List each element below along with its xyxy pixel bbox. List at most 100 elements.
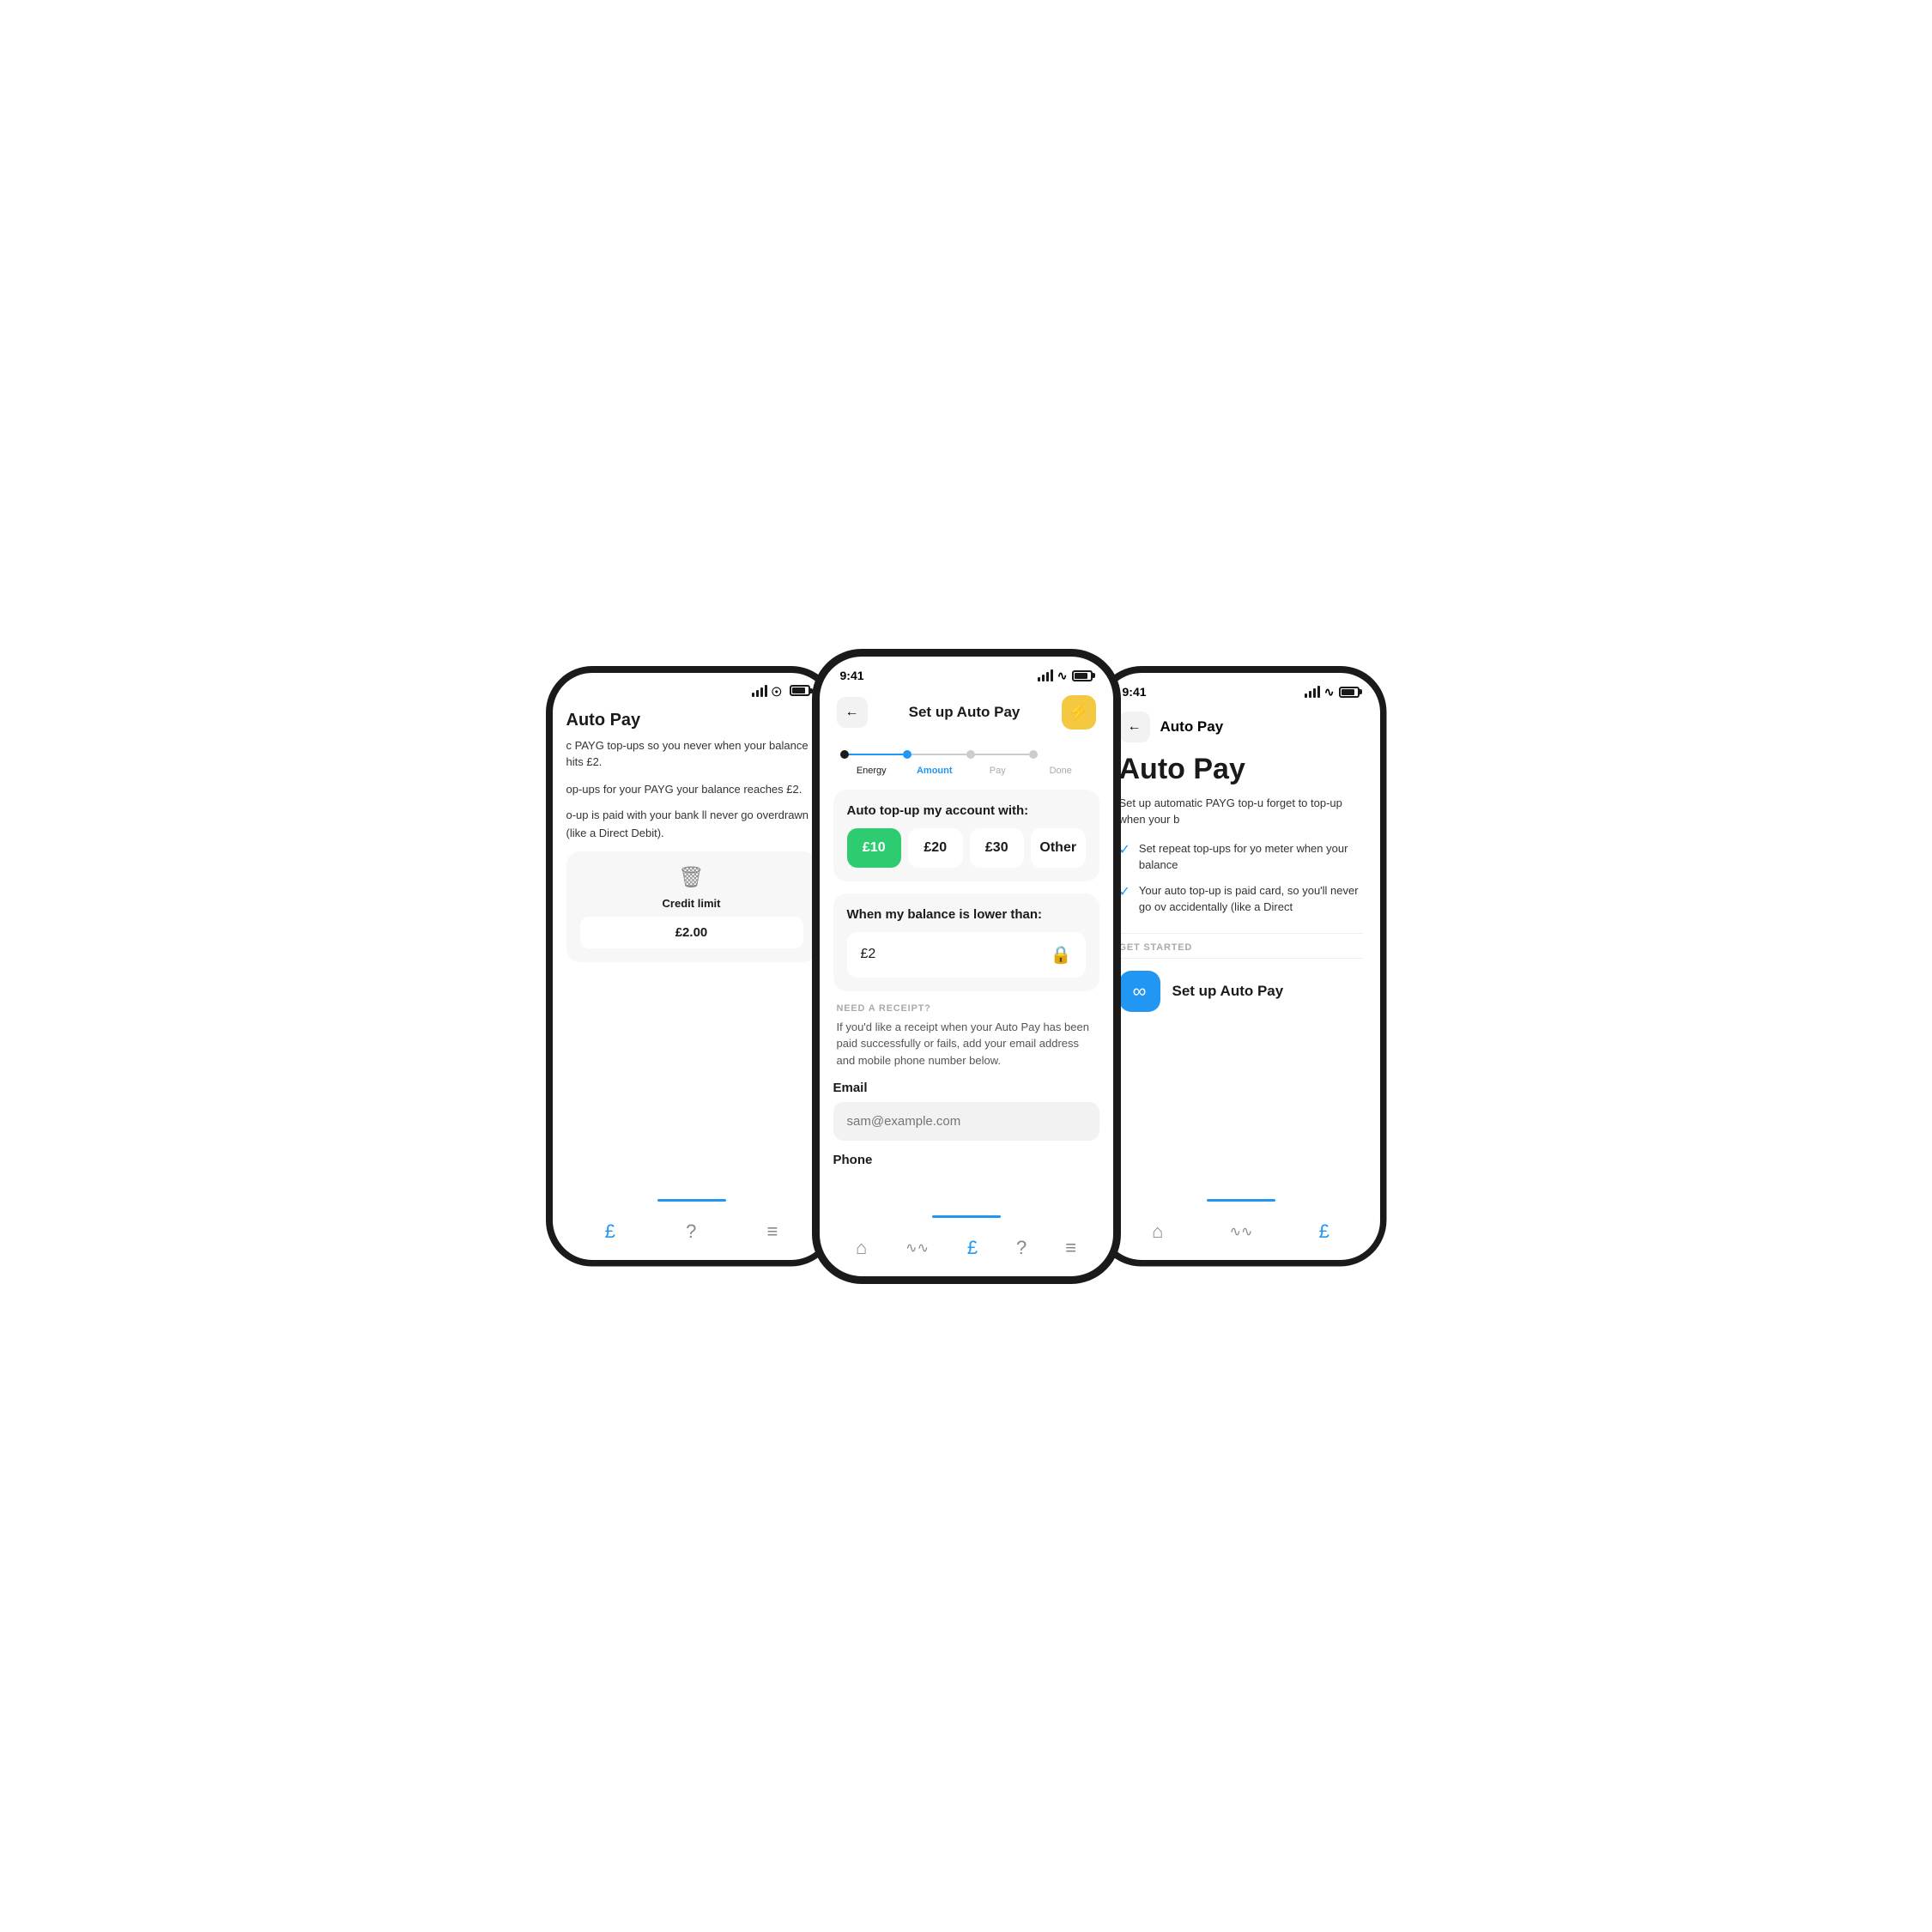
center-nav-header: ← Set up Auto Pay ⚡ (820, 688, 1113, 740)
amount-btn-other[interactable]: Other (1031, 828, 1086, 868)
receipt-desc: If you'd like a receipt when your Auto P… (837, 1019, 1096, 1069)
amount-btn-10[interactable]: £10 (847, 828, 902, 868)
check-item-2: ✓ Your auto top-up is paid card, so you'… (1119, 882, 1363, 916)
right-signal-icon (1305, 686, 1320, 698)
right-nav-title: Auto Pay (1160, 718, 1224, 736)
step-dot-pay (966, 750, 975, 759)
left-title-text: Auto Pay (566, 711, 641, 730)
check-icon-2: ✓ (1119, 883, 1130, 900)
right-back-arrow-icon: ← (1128, 719, 1142, 735)
left-content: c PAYG top-ups so you never when your ba… (553, 737, 831, 962)
lightning-icon: ⚡ (1068, 701, 1089, 723)
setup-btn-text: Set up Auto Pay (1172, 983, 1284, 1000)
amount-btn-30[interactable]: £30 (970, 828, 1025, 868)
step-label-done: Done (1050, 766, 1072, 776)
left-tab-bar: £ ? ≡ (553, 1210, 831, 1260)
checklist: ✓ Set repeat top-ups for yo meter when y… (1102, 840, 1380, 916)
right-desc: Set up automatic PAYG top-u forget to to… (1102, 795, 1380, 828)
infinity-icon: ∞ (1133, 980, 1147, 1002)
balance-input-row: £2 🔒 (847, 932, 1086, 978)
signal-icon (752, 685, 767, 697)
left-tab-menu[interactable]: ≡ (767, 1220, 778, 1243)
step-done: Done (1029, 750, 1093, 776)
battery-icon (790, 685, 810, 696)
step-dot-amount (903, 750, 911, 759)
step-line-2 (911, 754, 966, 755)
trash-icon[interactable]: 🗑 (678, 865, 704, 890)
balance-card: When my balance is lower than: £2 🔒 (833, 893, 1099, 991)
wifi-icon: ☉ (772, 686, 785, 696)
center-time: 9:41 (840, 669, 864, 682)
left-desc1: c PAYG top-ups so you never when your ba… (566, 737, 817, 771)
center-tab-activity[interactable]: ∿∿ (905, 1239, 929, 1257)
left-phone: ☉ Auto Pay c PAYG top-ups so you never w… (546, 666, 838, 1267)
left-desc3: o-up is paid with your bank ll never go … (566, 807, 817, 843)
amount-card: Auto top-up my account with: £10 £20 £30… (833, 790, 1099, 881)
left-tab-payment[interactable]: £ (605, 1220, 615, 1243)
center-tab-payment[interactable]: £ (967, 1237, 978, 1259)
step-line-3 (975, 754, 1030, 755)
left-desc2: op-ups for your PAYG your balance reache… (566, 781, 817, 799)
stepper: Energy Amount Pay (820, 740, 1113, 790)
left-tab-help[interactable]: ? (686, 1220, 696, 1243)
balance-card-title: When my balance is lower than: (847, 907, 1086, 922)
right-tab-activity[interactable]: ∿∿ (1230, 1223, 1253, 1240)
check-text-2: Your auto top-up is paid card, so you'll… (1139, 882, 1363, 916)
center-status-bar: 9:41 ∿ (820, 657, 1113, 688)
back-arrow-icon: ← (845, 705, 859, 720)
lightning-button[interactable]: ⚡ (1062, 695, 1096, 730)
center-wifi-icon: ∿ (1057, 669, 1068, 683)
setup-auto-pay-button[interactable]: ∞ Set up Auto Pay (1102, 959, 1380, 1024)
center-battery-icon (1072, 670, 1093, 681)
step-pay: Pay (966, 750, 1030, 776)
step-label-amount: Amount (917, 766, 953, 776)
email-input[interactable] (833, 1102, 1099, 1141)
balance-value: £2 (861, 947, 876, 962)
step-amount: Amount (903, 750, 966, 776)
check-text-1: Set repeat top-ups for yo meter when you… (1139, 840, 1363, 874)
left-nav-title: Auto Pay (553, 702, 831, 737)
receipt-label: NEED A RECEIPT? (837, 1003, 1096, 1014)
phone-group: Phone (833, 1153, 1099, 1167)
right-nav-header: ← Auto Pay (1102, 705, 1380, 753)
credit-label: Credit limit (663, 897, 721, 910)
receipt-section: NEED A RECEIPT? If you'd like a receipt … (833, 1003, 1099, 1069)
step-energy: Energy (840, 750, 904, 776)
step-dot-energy (840, 750, 849, 759)
center-tab-home[interactable]: ⌂ (856, 1237, 867, 1259)
amount-btn-20[interactable]: £20 (908, 828, 963, 868)
amount-card-title: Auto top-up my account with: (847, 803, 1086, 818)
center-tab-bar: ⌂ ∿∿ £ ? ≡ (820, 1226, 1113, 1276)
right-time: 9:41 (1123, 685, 1147, 699)
center-nav-title: Set up Auto Pay (909, 704, 1021, 721)
lock-icon: 🔒 (1051, 944, 1072, 966)
credit-card: 🗑 Credit limit £2.00 (566, 851, 817, 962)
right-tab-bar: ⌂ ∿∿ £ (1102, 1210, 1380, 1260)
get-started-label: GET STARTED (1102, 942, 1380, 953)
right-big-title: Auto Pay (1102, 753, 1380, 786)
left-status-bar: ☉ (553, 673, 831, 702)
center-content: Auto top-up my account with: £10 £20 £30… (820, 790, 1113, 1168)
email-group: Email (833, 1081, 1099, 1141)
step-label-energy: Energy (857, 766, 887, 776)
check-icon-1: ✓ (1119, 841, 1130, 858)
back-button[interactable]: ← (837, 697, 868, 728)
center-tab-help[interactable]: ? (1016, 1237, 1027, 1259)
check-item-1: ✓ Set repeat top-ups for yo meter when y… (1119, 840, 1363, 874)
right-back-button[interactable]: ← (1119, 712, 1150, 742)
right-battery-icon (1339, 687, 1360, 698)
step-label-pay: Pay (990, 766, 1006, 776)
right-status-bar: 9:41 ∿ (1102, 673, 1380, 705)
amount-options: £10 £20 £30 Other (847, 828, 1086, 868)
right-tab-home[interactable]: ⌂ (1152, 1220, 1163, 1243)
step-line-1 (849, 754, 904, 755)
credit-value: £2.00 (580, 917, 803, 948)
email-label: Email (833, 1081, 1099, 1095)
right-wifi-icon: ∿ (1324, 685, 1335, 700)
center-tab-menu[interactable]: ≡ (1065, 1237, 1076, 1259)
right-tab-payment[interactable]: £ (1319, 1220, 1329, 1243)
setup-btn-icon: ∞ (1119, 971, 1160, 1012)
phone-label: Phone (833, 1153, 1099, 1167)
center-phone: 9:41 ∿ ← Set up Auto Pay ⚡ (812, 649, 1121, 1284)
divider (1119, 933, 1363, 934)
